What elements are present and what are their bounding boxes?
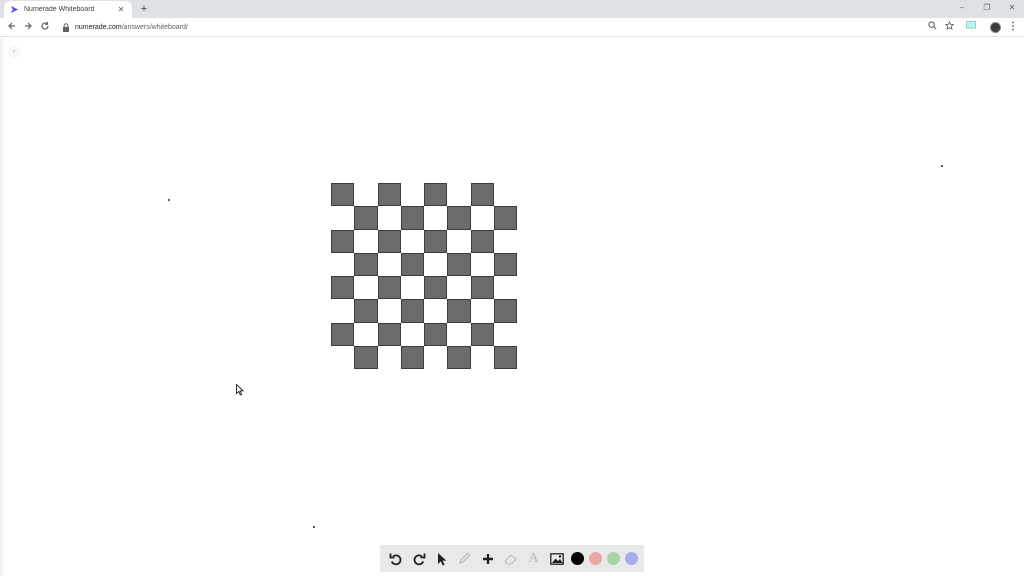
browser-tab[interactable]: Numerade Whiteboard ✕ <box>4 1 132 18</box>
profile-avatar[interactable] <box>990 22 1001 33</box>
color-swatch-green[interactable] <box>606 552 620 565</box>
bookmark-star-icon[interactable] <box>943 20 956 34</box>
select-arrow-icon[interactable] <box>433 550 451 568</box>
zoom-icon[interactable] <box>926 21 939 34</box>
checker-square <box>447 206 471 230</box>
color-swatch-pink[interactable] <box>588 552 602 565</box>
checker-square <box>424 276 448 300</box>
canvas-dot <box>168 199 170 201</box>
eraser-icon[interactable] <box>502 550 520 568</box>
checker-square <box>470 276 494 300</box>
checker-square <box>447 345 471 369</box>
plus-icon[interactable] <box>479 550 497 568</box>
checker-square <box>493 206 517 230</box>
checker-square <box>377 276 401 300</box>
back-icon[interactable] <box>5 21 19 35</box>
forward-icon[interactable] <box>21 21 35 35</box>
drawing-toolbar: A <box>380 545 644 572</box>
checker-square <box>470 229 494 253</box>
menu-kebab-icon[interactable] <box>1006 21 1019 34</box>
image-icon[interactable] <box>548 550 566 568</box>
checker-square <box>331 322 355 346</box>
browser-toolbar: numerade.com/answers/whiteboard/ <box>0 18 1024 37</box>
address-bar[interactable]: numerade.com/answers/whiteboard/ <box>56 20 960 35</box>
checker-square <box>424 183 448 207</box>
checker-square <box>493 345 517 369</box>
tab-close-icon[interactable]: ✕ <box>116 5 126 14</box>
url-host: numerade.com <box>75 24 122 31</box>
new-tab-button[interactable]: + <box>138 2 150 16</box>
checker-square <box>424 229 448 253</box>
checker-square <box>331 276 355 300</box>
checker-square <box>400 206 424 230</box>
checker-square <box>400 345 424 369</box>
checker-square <box>331 183 355 207</box>
tab-title: Numerade Whiteboard <box>24 6 95 13</box>
canvas-dot <box>941 165 943 167</box>
browser-tab-strip: Numerade Whiteboard ✕ + – ❐ ✕ <box>0 0 1024 18</box>
url-text: numerade.com/answers/whiteboard/ <box>75 24 188 31</box>
checker-square <box>377 229 401 253</box>
numerade-logo-icon <box>10 5 19 14</box>
checker-square <box>331 229 355 253</box>
minimize-button[interactable]: – <box>950 2 974 14</box>
left-panel-edge <box>0 38 6 576</box>
reload-icon[interactable] <box>38 21 52 35</box>
checkerboard-drawing[interactable] <box>331 183 517 369</box>
lock-icon <box>63 23 69 32</box>
redo-icon[interactable] <box>410 550 428 568</box>
canvas-dot <box>313 526 315 528</box>
checker-square <box>354 299 378 323</box>
checker-square <box>447 299 471 323</box>
checker-square <box>354 252 378 276</box>
text-icon[interactable]: A <box>525 550 543 568</box>
checker-square <box>493 252 517 276</box>
checker-square <box>493 299 517 323</box>
sidebar-collapse-button[interactable]: ‹ <box>8 46 20 58</box>
undo-icon[interactable] <box>387 550 405 568</box>
color-swatch-lavender[interactable] <box>624 552 638 565</box>
checker-square <box>400 252 424 276</box>
checker-square <box>377 183 401 207</box>
restore-button[interactable]: ❐ <box>975 2 999 14</box>
cast-icon[interactable] <box>964 21 977 34</box>
checker-square <box>470 183 494 207</box>
checker-square <box>447 252 471 276</box>
checker-square <box>470 322 494 346</box>
checker-square <box>400 299 424 323</box>
color-swatch-black[interactable] <box>570 552 584 565</box>
checker-square <box>354 345 378 369</box>
close-window-button[interactable]: ✕ <box>1000 2 1024 14</box>
mouse-cursor-icon <box>236 384 244 396</box>
checker-square <box>354 206 378 230</box>
url-path: /answers/whiteboard/ <box>121 24 188 31</box>
checker-square <box>424 322 448 346</box>
checker-square <box>377 322 401 346</box>
pencil-icon[interactable] <box>456 550 474 568</box>
